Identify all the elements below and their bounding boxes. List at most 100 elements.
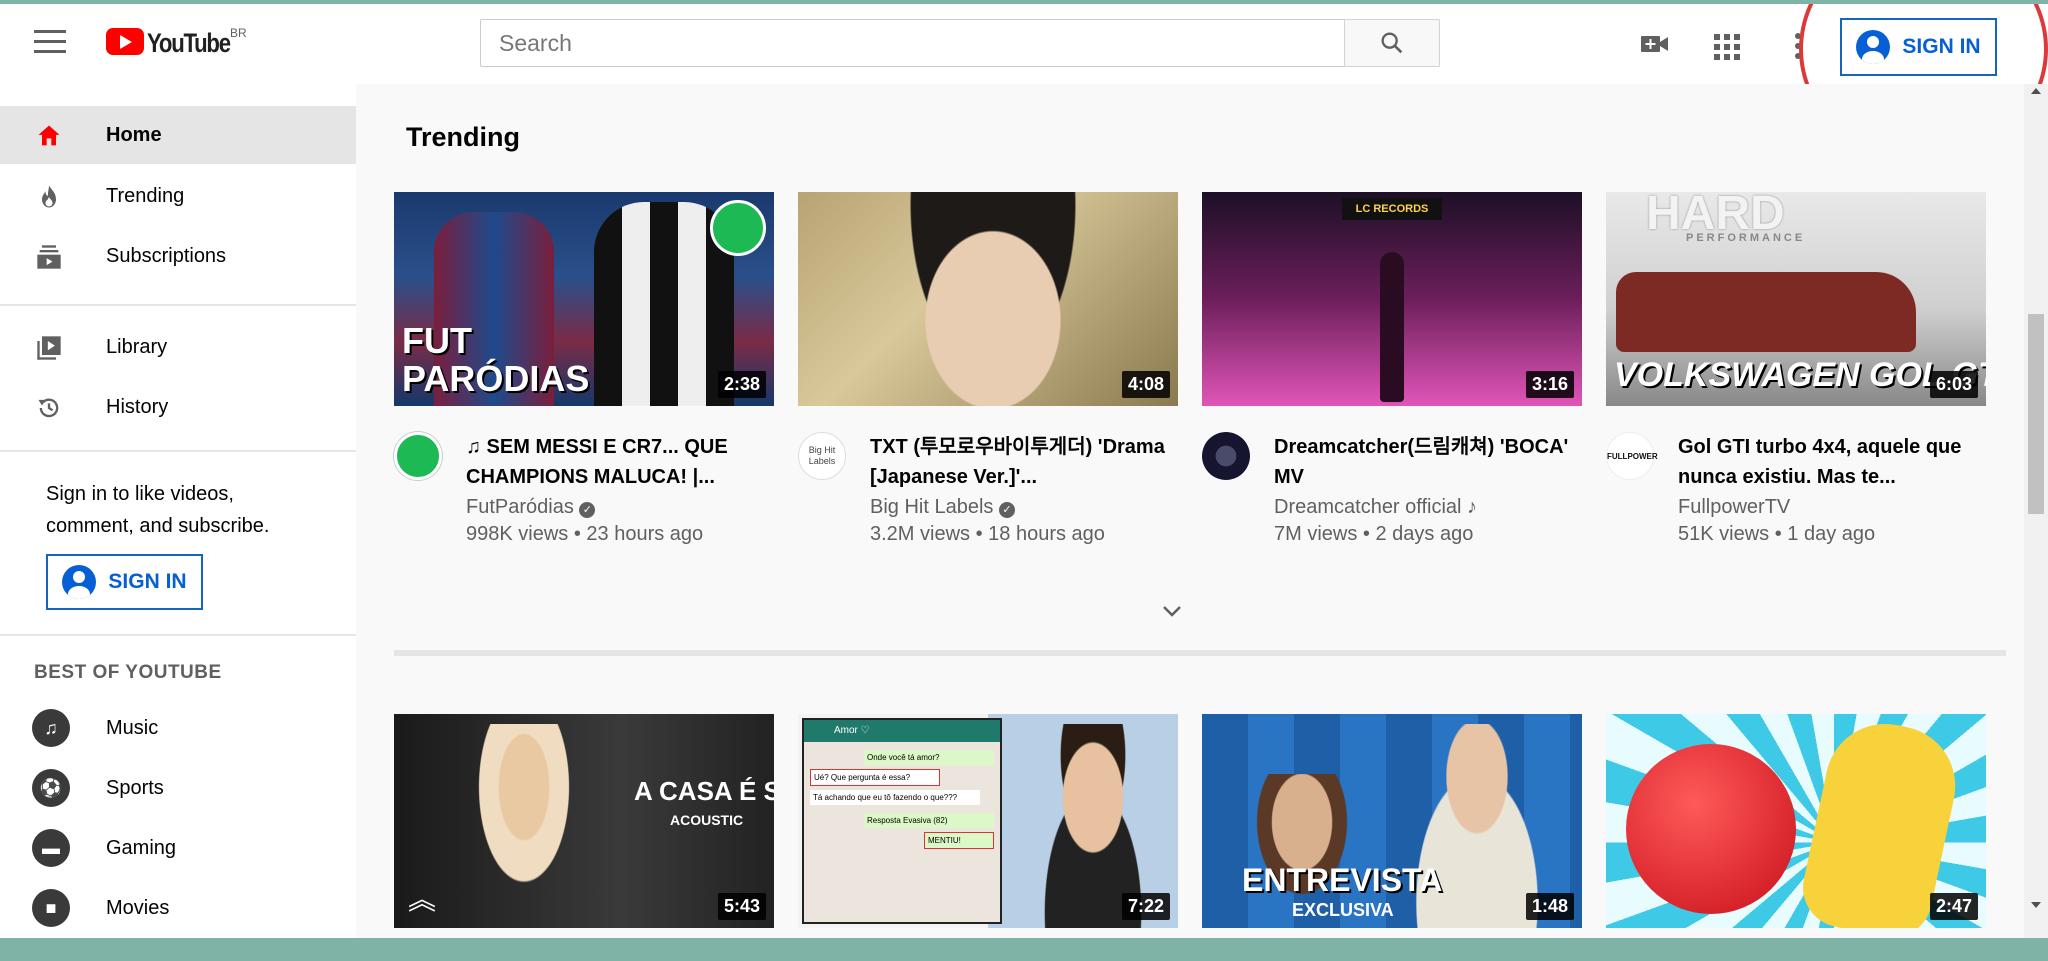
sidebar-sign-in-label: SIGN IN <box>108 570 187 593</box>
sidebar-item-label: Gaming <box>106 836 177 859</box>
thumb-apple <box>1626 744 1796 914</box>
chat-message: Tá achando que eu tô fazendo o que??? <box>810 790 980 805</box>
region-code: BR <box>229 26 247 40</box>
thumb-overlay-text: ENTREVISTA <box>1242 862 1443 898</box>
youtube-play-icon <box>106 28 144 55</box>
channel-avatar[interactable] <box>1202 432 1250 480</box>
movies-icon: ■ <box>32 889 70 927</box>
thumb-car <box>1616 272 1916 352</box>
sidebar-sign-in-button[interactable]: SIGN IN <box>46 554 203 610</box>
search-button[interactable] <box>1344 19 1440 67</box>
verified-badge-icon: ✓ <box>998 502 1015 518</box>
channel-avatar[interactable]: FULLPOWER <box>1606 432 1658 480</box>
video-stats: 7M views • 2 days ago <box>1274 523 1474 545</box>
chat-screenshot: Amor ♡ Onde você tá amor? Ué? Que pergun… <box>802 718 1002 924</box>
sidebar-item-label: Subscriptions <box>106 244 227 267</box>
sidebar-item-sports[interactable]: ⚽ Sports <box>0 759 356 817</box>
sidebar-divider <box>0 304 356 306</box>
page-scrollbar[interactable] <box>2024 84 2048 938</box>
sidebar-item-home[interactable]: Home <box>0 106 356 164</box>
video-thumbnail[interactable]: Amor ♡ Onde você tá amor? Ué? Que pergun… <box>798 714 1178 928</box>
shelf-title-trending[interactable]: Trending <box>406 122 520 153</box>
shelf-divider <box>394 650 2006 656</box>
sidebar-item-library[interactable]: Library <box>0 318 356 376</box>
video-title[interactable]: TXT (투모로우바이투게더) 'Drama [Japanese Ver.]'.… <box>870 432 1170 492</box>
channel-name[interactable]: FullpowerTV <box>1678 496 1790 519</box>
sidebar-item-trending[interactable]: Trending <box>0 167 356 225</box>
sidebar-divider <box>0 450 356 452</box>
chevron-up-icon: ︽ <box>408 884 437 915</box>
chat-message: Resposta Evasiva (82) <box>864 813 994 828</box>
create-video-icon[interactable] <box>1640 32 1670 56</box>
youtube-window: YouTube BR SIGN IN <box>0 4 2048 938</box>
thumb-figure <box>1380 252 1404 402</box>
thumb-overlay-text: A CASA É SUA <box>634 776 774 806</box>
library-icon <box>37 336 61 360</box>
video-title[interactable]: Dreamcatcher(드림캐쳐) 'BOCA' MV <box>1274 432 1574 492</box>
sidebar-item-gaming[interactable]: ▬ Gaming <box>0 819 356 877</box>
video-title[interactable]: ♫ SEM MESSI E CR7... QUE CHAMPIONS MALUC… <box>466 432 766 492</box>
music-icon: ♫ <box>32 709 70 747</box>
search-input[interactable] <box>480 19 1344 67</box>
scroll-down-arrow-icon[interactable] <box>2031 902 2041 908</box>
video-thumbnail[interactable]: ENTREVISTA EXCLUSIVA 1:48 <box>1202 714 1582 928</box>
thumb-overlay-text: FUT PARÓDIAS <box>402 320 590 399</box>
channel-name[interactable]: Dreamcatcher official ♪ <box>1274 496 1477 519</box>
guide-sidebar: Home Trending Subscriptions Library Hist… <box>0 84 356 938</box>
video-duration: 2:47 <box>1929 893 1978 920</box>
thumb-figure <box>454 724 594 928</box>
sidebar-item-movies[interactable]: ■ Movies <box>0 879 356 937</box>
video-thumbnail[interactable]: HARD PERFORMANCE VOLKSWAGEN GOL GTI 6:03 <box>1606 192 1986 406</box>
subscriptions-icon <box>37 245 61 269</box>
video-thumbnail[interactable]: 4:08 <box>798 192 1178 406</box>
channel-name[interactable]: FutParódias ✓ <box>466 496 596 519</box>
chevron-down-icon[interactable] <box>1160 604 1184 618</box>
thumb-overlay-text: ACOUSTIC <box>670 812 744 828</box>
sidebar-item-label: Sports <box>106 776 164 799</box>
best-of-youtube-heading: BEST OF YOUTUBE <box>34 662 222 683</box>
scrollbar-thumb[interactable] <box>2028 314 2044 514</box>
menu-icon[interactable] <box>34 30 66 56</box>
youtube-logo[interactable]: YouTube BR <box>106 26 247 58</box>
sidebar-item-subscriptions[interactable]: Subscriptions <box>0 227 356 285</box>
apps-grid-icon[interactable] <box>1714 34 1740 60</box>
scroll-up-arrow-icon[interactable] <box>2031 88 2041 94</box>
masthead: YouTube BR SIGN IN <box>0 4 2048 164</box>
video-thumbnail[interactable]: 2:47 <box>1606 714 1986 928</box>
video-stats: 998K views • 23 hours ago <box>466 523 704 545</box>
sidebar-divider <box>0 634 356 636</box>
chat-message: MENTIU! <box>924 832 994 849</box>
video-duration: 3:16 <box>1525 371 1574 398</box>
channel-avatar[interactable] <box>394 432 442 480</box>
video-duration: 6:03 <box>1929 371 1978 398</box>
video-thumbnail[interactable]: FUT PARÓDIAS 2:38 <box>394 192 774 406</box>
video-thumbnail[interactable]: A CASA É SUA ACOUSTIC ︽ 5:43 <box>394 714 774 928</box>
sidebar-item-history[interactable]: History <box>0 378 356 436</box>
history-icon <box>38 398 59 418</box>
video-thumbnail[interactable]: LC RECORDS 3:16 <box>1202 192 1582 406</box>
sidebar-item-music[interactable]: ♫ Music <box>0 699 356 757</box>
sidebar-item-label: Home <box>106 123 162 146</box>
chat-contact-name: Amor ♡ <box>804 720 1000 742</box>
trending-icon <box>42 185 56 208</box>
sidebar-item-label: Trending <box>106 184 185 207</box>
gaming-icon: ▬ <box>32 829 70 867</box>
verified-badge-icon: ✓ <box>579 502 596 518</box>
video-duration: 2:38 <box>717 371 766 398</box>
account-icon <box>62 565 97 599</box>
thumb-sign: LC RECORDS <box>1342 198 1442 220</box>
browse-content: Trending FUT PARÓDIAS 2:38 4:08 LC RECOR… <box>356 84 2024 938</box>
thumb-overlay-text: PERFORMANCE <box>1686 232 1806 244</box>
channel-name[interactable]: Big Hit Labels ✓ <box>870 496 1015 519</box>
channel-avatar[interactable]: Big Hit Labels <box>798 432 846 480</box>
video-duration: 1:48 <box>1525 893 1574 920</box>
channel-name-text: FutParódias <box>466 496 574 518</box>
video-stats: 3.2M views • 18 hours ago <box>870 523 1105 545</box>
channel-name-text: Big Hit Labels <box>870 496 994 518</box>
chat-message: Ué? Que pergunta é essa? <box>810 769 940 786</box>
thumb-overlay-text: EXCLUSIVA <box>1292 900 1394 920</box>
video-duration: 7:22 <box>1121 893 1170 920</box>
video-duration: 5:43 <box>717 893 766 920</box>
video-title[interactable]: Gol GTI turbo 4x4, aquele que nunca exis… <box>1678 432 1978 492</box>
search-icon <box>1381 32 1403 54</box>
